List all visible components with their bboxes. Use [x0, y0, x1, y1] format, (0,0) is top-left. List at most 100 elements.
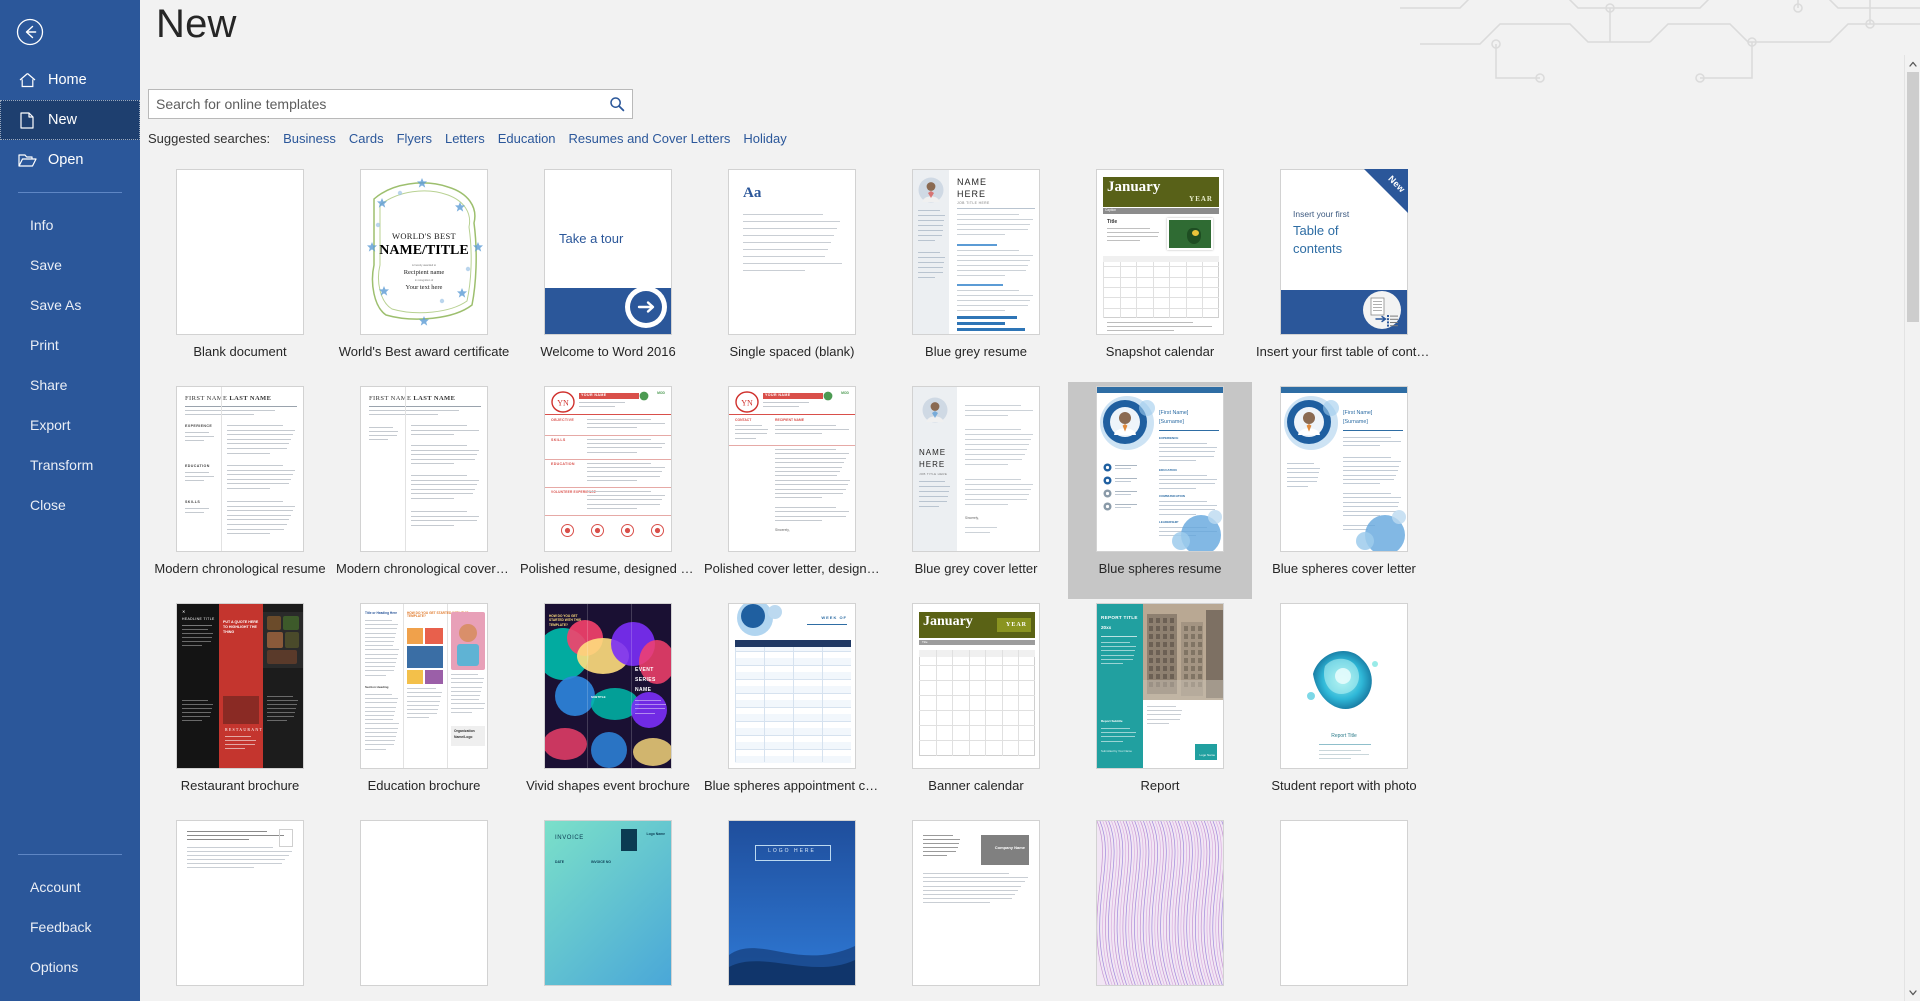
sidebar-item-feedback[interactable]: Feedback [0, 907, 140, 947]
template-card[interactable]: Blank document [148, 165, 332, 382]
template-card[interactable] [148, 816, 332, 1001]
template-thumbnail-wrap: REPORT TITLE 20xx Report Subtitle Submit… [1096, 603, 1224, 769]
template-card[interactable]: NAME HERE JOB TITLE HERE Blue grey resum… [884, 165, 1068, 382]
suggested-link-holiday[interactable]: Holiday [743, 131, 786, 146]
sidebar-item-print[interactable]: Print [0, 325, 140, 365]
search-input[interactable] [149, 90, 602, 118]
template-thumbnail-wrap: January YEAR Caption Title [1096, 169, 1224, 335]
home-icon [16, 70, 38, 90]
template-card[interactable]: FIRST NAME LAST NAME EXPERIENCE EDUCATIO… [148, 382, 332, 599]
new-document-icon [16, 110, 38, 130]
sidebar-item-new[interactable]: New [0, 100, 140, 140]
template-card[interactable]: Take a tour Welcome to Word 2016 [516, 165, 700, 382]
template-thumbnail [1280, 820, 1408, 986]
template-card[interactable]: WEEK OF Blue spheres appointment cal... [700, 599, 884, 816]
template-card[interactable]: January YEAR Title Banner calendar [884, 599, 1068, 816]
template-card[interactable]: Aa Single spaced (blank) [700, 165, 884, 382]
scrollbar-thumb[interactable] [1907, 72, 1919, 322]
template-thumbnail-wrap [1280, 820, 1408, 986]
template-card[interactable]: [First Name] [Surname] Blue spheres cove… [1252, 382, 1436, 599]
template-card[interactable]: [First Name] [Surname] EXPERIENCE EDUCAT… [1068, 382, 1252, 599]
template-card[interactable] [1252, 816, 1436, 1001]
suggested-link-education[interactable]: Education [498, 131, 556, 146]
template-thumbnail-wrap: Take a tour [544, 169, 672, 335]
sidebar-item-options[interactable]: Options [0, 947, 140, 987]
template-label: Polished cover letter, designe... [704, 561, 880, 576]
template-card[interactable]: January YEAR Caption Title Snapshot cale… [1068, 165, 1252, 382]
template-thumbnail-wrap: WEEK OF [728, 603, 856, 769]
template-thumbnail-wrap: Report Title [1280, 603, 1408, 769]
scroll-down-button[interactable] [1905, 984, 1920, 1001]
template-card[interactable] [332, 816, 516, 1001]
sidebar-item-share[interactable]: Share [0, 365, 140, 405]
search-button[interactable] [602, 90, 632, 118]
sidebar-item-open[interactable]: Open [0, 140, 140, 180]
suggested-link-letters[interactable]: Letters [445, 131, 485, 146]
back-button[interactable] [10, 12, 50, 52]
sidebar-item-label: New [48, 112, 78, 128]
template-card[interactable]: Company Name [884, 816, 1068, 1001]
vertical-scrollbar[interactable] [1904, 55, 1920, 1001]
suggested-link-resumes-and-cover-letters[interactable]: Resumes and Cover Letters [569, 131, 731, 146]
suggested-link-cards[interactable]: Cards [349, 131, 384, 146]
sidebar-item-label: Options [30, 959, 79, 975]
open-folder-icon [16, 150, 38, 170]
template-label: Modern chronological resume [154, 561, 326, 576]
template-label: Blank document [193, 344, 287, 359]
sidebar-item-transform[interactable]: Transform [0, 445, 140, 485]
template-card[interactable]: Insert your first Table of contents New I… [1252, 165, 1436, 382]
template-card[interactable]: FIRST NAME LAST NAME Modern chronologica… [332, 382, 516, 599]
suggested-link-business[interactable]: Business [283, 131, 336, 146]
template-thumbnail: Insert your first Table of contents [1280, 169, 1408, 335]
template-card[interactable]: REPORT TITLE 20xx Report Subtitle Submit… [1068, 599, 1252, 816]
scroll-up-button[interactable] [1905, 55, 1920, 72]
svg-text:YN: YN [741, 399, 753, 408]
template-gallery-scroll-region: Blank document WORLD'S BEST NAME/TITLE i… [140, 165, 1920, 1001]
template-card[interactable]: LOGO HERE [700, 816, 884, 1001]
template-thumbnail-wrap [1096, 820, 1224, 986]
template-thumbnail: Take a tour [544, 169, 672, 335]
template-label: World's Best award certificate [338, 344, 510, 359]
sidebar-item-save-as[interactable]: Save As [0, 285, 140, 325]
template-card[interactable]: Title or Heading Here Section Heading HO… [332, 599, 516, 816]
template-label: Blue grey resume [925, 344, 1027, 359]
sidebar-item-label: Share [30, 377, 68, 393]
template-thumbnail: NAME HERE JOB TITLE HERE [912, 169, 1040, 335]
svg-text:YN: YN [557, 399, 569, 408]
template-card[interactable]: WORLD'S BEST NAME/TITLE is hereby awarde… [332, 165, 516, 382]
template-card[interactable]: Report Title Student report with photo [1252, 599, 1436, 816]
template-thumbnail: Aa [728, 169, 856, 335]
sidebar-item-close[interactable]: Close [0, 485, 140, 525]
template-thumbnail-wrap: INVOICE Logo Name DATE INVOICE NO [544, 820, 672, 986]
scrollbar-track[interactable] [1905, 72, 1920, 984]
template-card[interactable]: HEADLINE TITLE PUT A QUOTE HERE TO HIGHL… [148, 599, 332, 816]
sidebar-item-account[interactable]: Account [0, 867, 140, 907]
sidebar-item-info[interactable]: Info [0, 205, 140, 245]
template-thumbnail-wrap: LOGO HERE [728, 820, 856, 986]
template-card[interactable]: YN YOUR NAME MOD OBJECTIVE SKILLS EDUCAT… [516, 382, 700, 599]
sidebar-item-label: Export [30, 417, 71, 433]
page-title: New [156, 2, 237, 46]
template-label: Blue spheres appointment cal... [704, 778, 880, 793]
template-thumbnail: WEEK OF [728, 603, 856, 769]
suggested-link-flyers[interactable]: Flyers [397, 131, 432, 146]
sidebar-item-export[interactable]: Export [0, 405, 140, 445]
template-thumbnail: NAME HERE JOB TITLE HERE Sincerely, [912, 386, 1040, 552]
template-label: Student report with photo [1271, 778, 1417, 793]
template-card[interactable]: HOW DO YOU GET STARTED WITH THIS TEMPLAT… [516, 599, 700, 816]
search-box[interactable] [148, 89, 633, 119]
template-thumbnail: January YEAR Caption Title [1096, 169, 1224, 335]
template-card[interactable] [1068, 816, 1252, 1001]
template-thumbnail-wrap: Aa [728, 169, 856, 335]
template-card[interactable]: YN YOUR NAME MOD CONTACT RECIPIENT NAME … [700, 382, 884, 599]
sidebar-item-save[interactable]: Save [0, 245, 140, 285]
template-label: Single spaced (blank) [729, 344, 855, 359]
header-area: New Suggested searches: Business Cards [140, 0, 1920, 146]
template-thumbnail-wrap: HEADLINE TITLE PUT A QUOTE HERE TO HIGHL… [176, 603, 304, 769]
sidebar-item-home[interactable]: Home [0, 60, 140, 100]
template-card[interactable]: NAME HERE JOB TITLE HERE Sincerely, Blue… [884, 382, 1068, 599]
template-thumbnail-wrap: YN YOUR NAME MOD CONTACT RECIPIENT NAME … [728, 386, 856, 552]
suggested-searches-label: Suggested searches: [148, 131, 271, 146]
template-thumbnail-wrap: WORLD'S BEST NAME/TITLE is hereby awarde… [360, 169, 488, 335]
template-card[interactable]: INVOICE Logo Name DATE INVOICE NO [516, 816, 700, 1001]
